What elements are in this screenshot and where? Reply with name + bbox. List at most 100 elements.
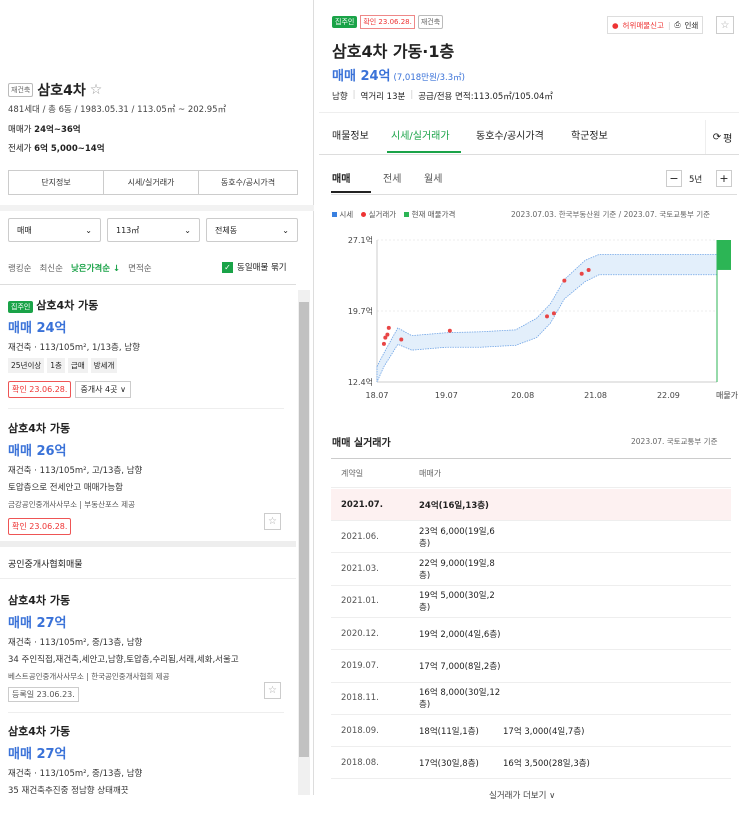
actual-trade-point [399,337,404,342]
dong-select[interactable]: 전체동 ⌄ [206,218,298,242]
x-tick-label: 매물가 [716,391,739,400]
subtab-sale[interactable]: 매매 [332,170,350,185]
col-date: 계약일 [341,468,364,478]
actual-trade-point [562,278,567,283]
favorite-star-icon[interactable]: ☆ [716,16,734,34]
trade-price: 22억 9,000(19일,8층) [419,559,495,582]
tab-price[interactable]: 시세/실거래가 [103,170,199,195]
trade-price: 17억(30일,8층) [419,758,479,769]
listing-item[interactable]: 집주인 삼호4차 가동 매매 24억 재건축 · 113/105m², 1/13… [8,297,284,398]
listing-price: 매매 27억 [8,616,67,631]
agency-name: 베스트공인중개사사무소 [8,672,84,681]
trade-price: 18억(11일,1층) [419,726,479,737]
registered-badge: 등록일 23.06.23. [8,687,79,702]
tab-school[interactable]: 학군정보 [571,127,608,142]
sort-ranking[interactable]: 랭킹순 [8,262,31,274]
actual-trade-point [385,332,390,337]
listing-meta: 확인 23.06.28. 중개사 4곳 ∨ [8,381,284,398]
more-trades-button[interactable]: 실거래가 더보기 ∨ [489,789,555,801]
sort-area[interactable]: 면적순 [128,262,151,274]
action-buttons: ● 허위매물신고 | ⎙ 인쇄 [607,16,704,34]
zoom-out-button[interactable]: − [666,170,682,187]
actual-trade-point [447,328,452,333]
x-tick-label: 18.07 [366,391,389,400]
checkbox-icon[interactable]: ✓ [222,261,233,273]
zoom-in-button[interactable]: + [716,170,732,187]
scrollbar-track[interactable] [298,290,310,795]
same-listing-label: 동일매물 묶기 [237,263,287,273]
report-button[interactable]: 허위매물신고 [623,20,664,31]
trades-title: 매매 실거래가 [332,438,391,449]
trade-type-select[interactable]: 매매 ⌄ [8,218,101,242]
agent-count-dropdown[interactable]: 중개사 4곳 ∨ [75,381,131,398]
chart-legend: 시세 실거래가 현재 매물가격 [332,209,455,220]
trade-label: 매매가 [8,125,32,135]
agency-name: 금강공인중개사사무소 [8,500,77,509]
current-price-bar [717,240,731,270]
x-tick-label: 22.09 [657,391,680,400]
subtab-monthly[interactable]: 월세 [424,170,442,185]
tab-price-history[interactable]: 시세/실거래가 [391,127,450,142]
area-select[interactable]: 113㎡ ⌄ [107,218,200,242]
subtab-jeonse[interactable]: 전세 [383,170,401,185]
chevron-down-icon: ⌄ [184,225,191,235]
actual-trade-point [579,271,584,276]
chevron-down-icon: ⌄ [282,225,289,235]
area-unit-toggle[interactable]: ⟳ 평 [705,120,739,154]
price-value: 매매 24억 [332,69,391,84]
x-tick-label: 20.08 [511,391,534,400]
actual-trade-point [551,311,556,316]
favorite-star-icon[interactable]: ☆ [264,513,281,530]
listing-item[interactable]: 삼호4차 가동 매매 27억 재건축 · 113/105m², 중/13층, 남… [8,723,284,796]
provider: 부동산포스 제공 [84,500,135,509]
divider [331,194,737,195]
dong-value: 전체동 [215,225,238,235]
tab-listing-info[interactable]: 매물정보 [332,127,369,142]
listing-desc: 재건축 · 113/105m², 중/13층, 남향 [8,638,143,648]
complex-name: 삼호4차 [37,83,86,99]
detail-title: 삼호4차 가동·1층 [332,42,455,61]
listing-agency: 베스트공인중개사사무소 | 한국공인중개사협회 제공 [8,672,170,681]
sort-latest[interactable]: 최신순 [39,262,62,274]
divider [0,205,314,211]
favorite-star-icon[interactable]: ☆ [90,82,103,98]
same-listing-toggle[interactable]: ✓ 동일매물 묶기 [222,261,287,273]
refresh-icon: ⟳ [712,131,722,143]
listing-title: 삼호4차 가동 [8,422,71,435]
listing-agency: 금강공인중개사사무소 | 부동산포스 제공 [8,500,135,509]
owner-badge: 집주인 [332,16,358,28]
trades-header: 계약일 매매가 [331,458,731,488]
tab-units[interactable]: 동호수/공시가격 [198,170,298,195]
bottom-gap [0,795,314,817]
trade-price: 23억 6,000(19일,6층) [419,526,495,549]
sort-low-price[interactable]: 낮은가격순 ↓ [71,262,120,274]
fact-direction: 남향 [332,92,348,102]
actual-trade-point [545,314,549,319]
trade-date: 2021.06. [341,531,379,542]
area-unit-label: 평 [723,133,733,145]
trade-price: 19억 2,000(4일,6층) [419,629,501,640]
trade-date: 2021.07. [341,499,383,510]
trade-price: 17억 3,000(4일,7층) [503,726,585,737]
chevron-down-icon: ∨ [120,385,126,394]
trade-date: 2020.12. [341,628,379,639]
tab-units[interactable]: 동호수/공시가격 [476,127,544,142]
siren-icon: ● [612,20,619,30]
listing-note: 토압층으로 전세안고 매매가능함 [8,483,123,493]
listing-item[interactable]: 삼호4차 가동 매매 26억 재건축 · 113/105m², 고/13층, 남… [8,420,284,535]
provider: 한국공인중개사협회 제공 [91,672,170,681]
trade-row: 2018.08. 17억(30일,8층) 16억 3,500(28일,3층) [331,747,731,780]
price-chart: 27.1억 19.7억 12.4억 18.07 19.07 20.08 21.08 22.09… [348,235,739,400]
agent-count: 중개사 4곳 [80,385,118,394]
trade-date: 2018.08. [341,757,379,768]
favorite-star-icon[interactable]: ☆ [264,682,281,699]
tab-complex-info[interactable]: 단지정보 [8,170,104,195]
listing-desc: 재건축 · 113/105m², 중/13층, 남향 [8,769,143,779]
legend-actual: 실거래가 [361,209,396,220]
complex-info: 481세대 / 총 6동 / 1983.05.31 / 113.05㎡ ~ 20… [8,105,227,115]
period-value: 5년 [689,175,703,185]
print-button[interactable]: 인쇄 [684,20,698,31]
listing-item[interactable]: 삼호4차 가동 매매 27억 재건축 · 113/105m², 중/13층, 남… [8,592,284,702]
scrollbar-thumb[interactable] [299,302,309,757]
divider [319,154,739,155]
